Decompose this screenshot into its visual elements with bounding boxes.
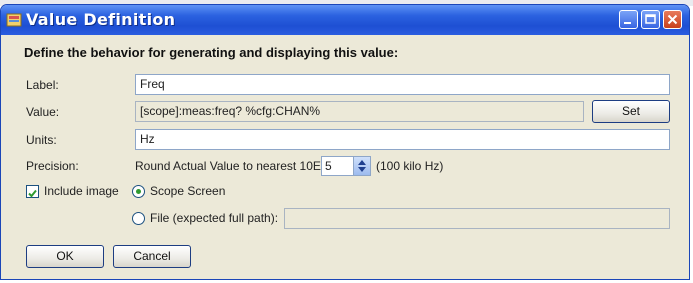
radio-selected-dot <box>136 189 141 194</box>
scope-screen-label: Scope Screen <box>150 184 226 198</box>
minimize-button[interactable] <box>619 10 638 29</box>
precision-value: 5 <box>325 159 332 173</box>
app-icon <box>6 12 23 28</box>
spinner-arrows-icon[interactable] <box>353 157 370 175</box>
ok-button[interactable]: OK <box>26 245 104 268</box>
precision-caption: Precision: <box>26 159 79 173</box>
set-button[interactable]: Set <box>592 100 670 123</box>
maximize-icon <box>645 14 656 24</box>
file-radio[interactable] <box>132 212 145 225</box>
label-caption: Label: <box>26 78 59 92</box>
file-path-field[interactable] <box>284 208 670 229</box>
value-definition-dialog: Value Definition Define the behavior for… <box>0 4 690 280</box>
maximize-button[interactable] <box>641 10 660 29</box>
checkmark-icon <box>28 189 37 198</box>
include-image-checkbox[interactable] <box>26 185 39 198</box>
close-button[interactable] <box>663 10 682 29</box>
title-bar[interactable]: Value Definition <box>1 5 689 35</box>
label-field[interactable]: Freq <box>135 74 670 95</box>
window-title: Value Definition <box>26 10 176 29</box>
minimize-icon <box>624 22 631 24</box>
units-field[interactable]: Hz <box>135 129 670 150</box>
cancel-button[interactable]: Cancel <box>113 245 191 268</box>
include-image-label: Include image <box>44 184 119 198</box>
scope-screen-radio[interactable] <box>132 185 145 198</box>
precision-hint: (100 kilo Hz) <box>376 159 444 173</box>
file-label: File (expected full path): <box>150 211 279 225</box>
value-caption: Value: <box>26 105 60 119</box>
close-icon <box>667 14 678 25</box>
units-caption: Units: <box>26 133 57 147</box>
precision-stepper[interactable]: 5 <box>321 156 371 176</box>
dialog-heading: Define the behavior for generating and d… <box>24 45 399 60</box>
value-field[interactable]: [scope]:meas:freq? %cfg:CHAN% <box>135 101 584 122</box>
precision-text: Round Actual Value to nearest 10E <box>135 159 321 173</box>
